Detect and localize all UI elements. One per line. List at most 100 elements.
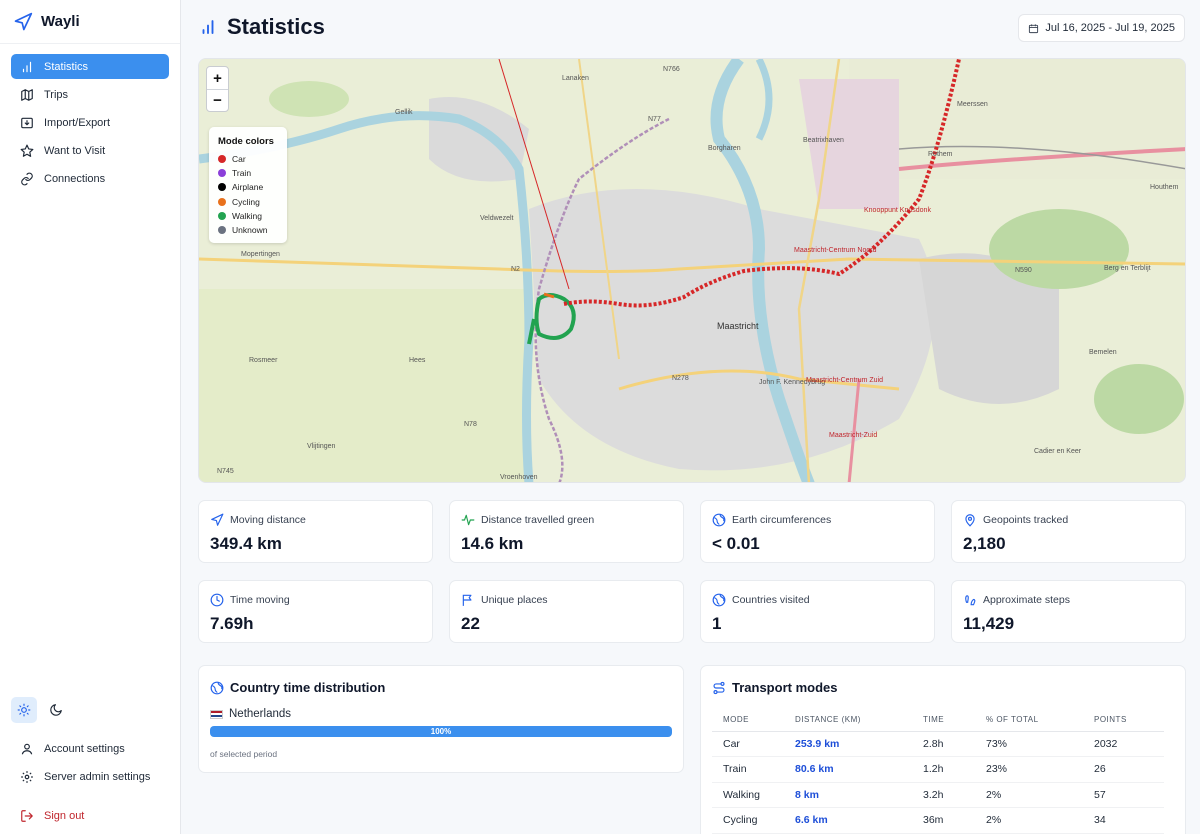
sidebar-item-connections[interactable]: Connections	[11, 166, 169, 191]
sidebar-item-label: Statistics	[44, 60, 89, 73]
map-label: N2	[511, 266, 520, 273]
star-icon	[20, 144, 34, 157]
map-label: N77	[648, 116, 661, 123]
stat-label: Unique places	[481, 594, 548, 606]
table-row: Walking 8 km 3.2h 2% 57	[712, 782, 1164, 808]
map-label: Maastricht-Zuid	[829, 432, 878, 439]
stat-card-time-moving: Time moving 7.69h	[198, 580, 433, 643]
table-header-row: MODE DISTANCE (KM) TIME % OF TOTAL POINT…	[712, 709, 1164, 732]
column-header: POINTS	[1094, 709, 1164, 732]
netherlands-flag-icon	[210, 709, 223, 719]
sidebar-item-want-to-visit[interactable]: Want to Visit	[11, 138, 169, 163]
sidebar-item-trips[interactable]: Trips	[11, 82, 169, 107]
sidebar-item-label: Want to Visit	[44, 144, 106, 157]
sidebar-bottom: Account settings Server admin settings S…	[11, 697, 170, 828]
stat-card-unique-places: Unique places 22	[449, 580, 684, 643]
stat-value: < 0.01	[712, 534, 760, 553]
stat-label: Approximate steps	[983, 594, 1070, 606]
map-label: Maastricht-Centrum Zuid	[806, 377, 884, 384]
stat-label: Distance travelled green	[481, 514, 595, 526]
sidebar-item-import-export[interactable]: Import/Export	[11, 110, 169, 135]
map-label: N78	[464, 421, 477, 428]
legend-label: Walking	[232, 210, 262, 221]
sidebar-item-statistics[interactable]: Statistics	[11, 54, 169, 79]
globe-icon	[712, 593, 726, 607]
map-label: N590	[1015, 267, 1032, 274]
footprints-icon	[965, 595, 976, 606]
flag-icon	[462, 594, 472, 606]
legend-color-dot	[218, 169, 226, 178]
dark-theme-button[interactable]	[43, 697, 69, 723]
light-theme-button[interactable]	[11, 697, 37, 723]
sun-icon	[17, 703, 31, 717]
map-view[interactable]: Lanaken Gellik Veldwezelt Mopertingen Ro…	[198, 58, 1186, 483]
table-row: Train 80.6 km 1.2h 23% 26	[712, 756, 1164, 783]
legend-label: Car	[232, 154, 246, 165]
zoom-in-button[interactable]: +	[207, 67, 228, 89]
stat-value: 7.69h	[210, 614, 254, 633]
percent-cell: 2%	[986, 782, 1094, 808]
legend-item: Car	[218, 152, 278, 166]
map-icon	[21, 88, 33, 101]
map-label: N745	[217, 468, 234, 475]
transport-modes-card: Transport modes MODE DISTANCE (KM) TIME …	[700, 665, 1186, 834]
moon-icon	[50, 704, 62, 716]
country-progress-fill: 100%	[210, 726, 672, 737]
map-label: Rosmeer	[249, 357, 278, 364]
legend-label: Airplane	[232, 182, 264, 193]
stat-card-countries-visited: Countries visited 1	[700, 580, 935, 643]
section-title: Country time distribution	[230, 680, 386, 695]
percent-cell: 2%	[986, 807, 1094, 834]
legend-item: Airplane	[218, 180, 278, 194]
stat-label: Time moving	[230, 594, 290, 606]
page-title: Statistics	[227, 14, 325, 39]
account-settings-label: Account settings	[44, 742, 125, 755]
distance-cell: 80.6 km	[795, 756, 923, 783]
stat-card-geopoints: Geopoints tracked 2,180	[951, 500, 1186, 563]
stat-label: Countries visited	[732, 594, 810, 606]
map-label: Cadier en Keer	[1034, 448, 1082, 455]
legend-color-dot	[218, 197, 226, 206]
stat-value: 349.4 km	[210, 534, 282, 553]
stat-value: 2,180	[963, 534, 1006, 553]
sidebar-item-label: Import/Export	[44, 116, 111, 129]
map-label: Vroenhoven	[500, 474, 538, 481]
stat-value: 1	[712, 614, 722, 633]
legend-color-dot	[218, 211, 226, 220]
map-label: Maastricht	[717, 321, 759, 331]
country-name: Netherlands	[229, 708, 292, 720]
stat-label: Moving distance	[230, 514, 306, 526]
account-settings-link[interactable]: Account settings	[11, 736, 170, 761]
route-icon	[713, 681, 725, 694]
stat-card-approximate-steps: Approximate steps 11,429	[951, 580, 1186, 643]
activity-icon	[461, 514, 475, 526]
date-range-picker[interactable]: Jul 16, 2025 - Jul 19, 2025	[1018, 14, 1185, 42]
country-time-distribution-card: Country time distribution Netherlands 10…	[198, 665, 684, 773]
navigation-logo-icon	[14, 12, 33, 30]
zoom-out-button[interactable]: −	[207, 89, 228, 111]
transport-modes-table: MODE DISTANCE (KM) TIME % OF TOTAL POINT…	[712, 709, 1164, 834]
points-cell: 26	[1094, 756, 1164, 783]
main-content: Statistics Jul 16, 2025 - Jul 19, 2025 L…	[181, 0, 1200, 834]
mode-colors-legend: Mode colors Car Train Airplane Cycling W…	[209, 127, 287, 244]
link-icon	[21, 172, 33, 185]
stat-value: 14.6 km	[461, 534, 524, 553]
map-label: Lanaken	[562, 75, 589, 82]
sign-out-button[interactable]: Sign out	[11, 803, 170, 828]
map-label: Mopertingen	[241, 251, 280, 258]
brand[interactable]: Wayli	[0, 0, 180, 44]
distance-cell: 6.6 km	[795, 807, 923, 834]
map-label: Bemelen	[1089, 349, 1117, 356]
map-label: Knooppunt Kruisdonk	[864, 207, 931, 214]
map-label: Maastricht-Centrum Noord	[794, 247, 877, 254]
legend-item: Train	[218, 166, 278, 180]
sidebar-nav: Statistics Trips Import/Export Want to V…	[0, 44, 180, 201]
app-name: Wayli	[41, 13, 80, 30]
server-admin-settings-link[interactable]: Server admin settings	[11, 764, 170, 789]
section-title: Transport modes	[732, 680, 838, 695]
time-cell: 1.2h	[923, 756, 986, 783]
legend-title: Mode colors	[218, 136, 274, 147]
legend-label: Train	[232, 168, 252, 179]
legend-color-dot	[218, 183, 226, 192]
map-label: Beatrixhaven	[803, 137, 844, 144]
